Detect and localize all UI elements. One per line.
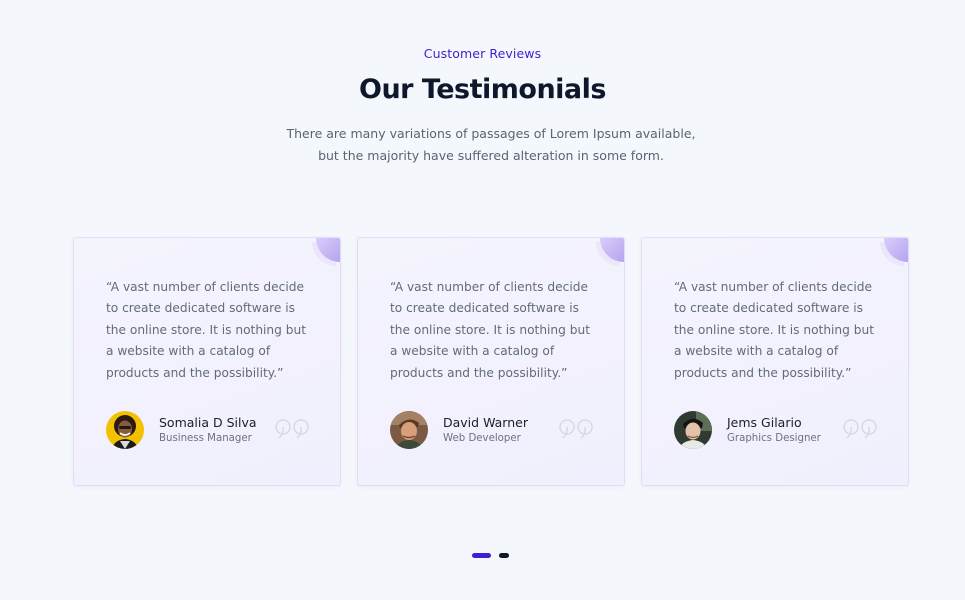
author-role: Business Manager [159,433,252,444]
author-name: Jems Gilario [727,415,802,430]
testimonial-card: “A vast number of clients decide to crea… [357,237,625,486]
avatar [106,411,144,449]
testimonial-quote: “A vast number of clients decide to crea… [674,280,874,380]
avatar [390,411,428,449]
author-name: David Warner [443,415,528,430]
testimonial-quote: “A vast number of clients decide to crea… [106,280,306,380]
section-subtitle: There are many variations of passages of… [286,126,696,163]
corner-accent [884,238,908,262]
corner-accent [600,238,624,262]
testimonial-card: “A vast number of clients decide to crea… [641,237,909,486]
testimonial-card: “A vast number of clients decide to crea… [73,237,341,486]
pagination-dot-1[interactable] [472,553,491,558]
quote-mark-icon [275,419,309,439]
section-eyebrow: Customer Reviews [423,46,542,61]
author-role: Graphics Designer [727,433,821,444]
page-title: Our Testimonials [359,74,606,105]
author-role: Web Developer [443,433,521,444]
pagination-dot-2[interactable] [499,553,509,558]
quote-mark-icon [559,419,593,439]
avatar [674,411,712,449]
quote-mark-icon [843,419,877,439]
author-name: Somalia D Silva [159,415,257,430]
corner-accent [316,238,340,262]
testimonial-quote: “A vast number of clients decide to crea… [390,280,590,380]
